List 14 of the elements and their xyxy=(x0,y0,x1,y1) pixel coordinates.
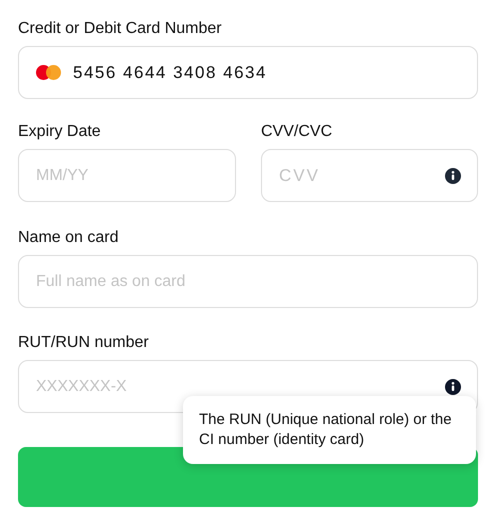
field-label: Expiry Date xyxy=(18,122,102,142)
name-field[interactable]: Full name as on card xyxy=(18,255,478,308)
cvv-field[interactable]: CVV xyxy=(261,149,478,202)
field-label: Name on card xyxy=(18,228,120,248)
field-label: Credit or Debit Card Number xyxy=(18,19,223,39)
expiry-field[interactable]: MM/YY xyxy=(18,149,236,202)
info-icon[interactable] xyxy=(445,379,461,395)
tooltip: The RUN (Unique national role) or the CI number (identity card) xyxy=(183,396,476,464)
card-brand-icon xyxy=(36,65,61,80)
field-label: RUT/RUN number xyxy=(18,333,150,353)
card-number-field[interactable]: 5456 4644 3408 4634 xyxy=(18,46,478,99)
info-icon[interactable] xyxy=(445,168,461,184)
rut-field[interactable]: XXXXXXX-X xyxy=(18,360,478,413)
field-label: CVV/CVC xyxy=(261,122,334,142)
